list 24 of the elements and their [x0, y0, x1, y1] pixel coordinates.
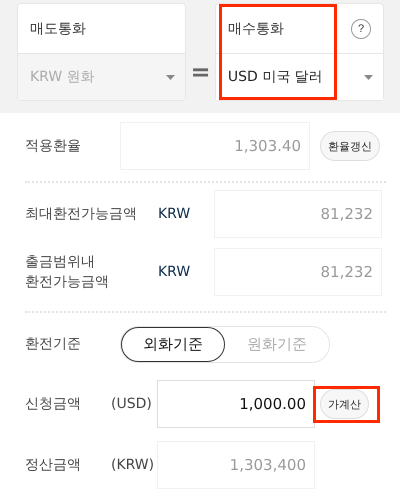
settlement-label: 정산금액 [25, 456, 82, 475]
help-button[interactable]: ? [351, 18, 371, 38]
currency-code: (KRW) [111, 457, 156, 473]
rate-refresh-button[interactable]: 환율갱신 [320, 131, 380, 161]
request-amount-label: 신청금액 [25, 394, 82, 414]
limit-amount-field: 81,232 [214, 248, 382, 296]
sell-currency-label: 매도통화 [30, 20, 86, 38]
calculate-button[interactable]: 가계산 [320, 389, 369, 419]
caret-icon [364, 74, 373, 80]
applied-rate-field: 1,303.40 [120, 122, 310, 170]
limit-amount-field: 81,232 [214, 190, 382, 238]
currency-code: KRW [158, 206, 192, 222]
applied-rate-label: 적용환율 [25, 136, 82, 156]
settlement-amount-field: 1,303,400 [157, 441, 315, 489]
equals-sign: = [189, 58, 212, 86]
limit-label: 출금범위내 환전가능금액 [25, 252, 110, 292]
basis-option[interactable]: 외화기준 [121, 326, 225, 362]
exchange-basis-label: 환전기준 [25, 334, 82, 354]
caret-icon [166, 74, 176, 80]
limit-label: 최대환전가능금액 [25, 204, 138, 224]
currency-code: (USD) [111, 396, 153, 412]
request-amount-input[interactable]: 1,000.00 [157, 380, 315, 428]
buy-currency-label: 매수통화 [228, 20, 284, 38]
currency-code: KRW [158, 264, 192, 280]
